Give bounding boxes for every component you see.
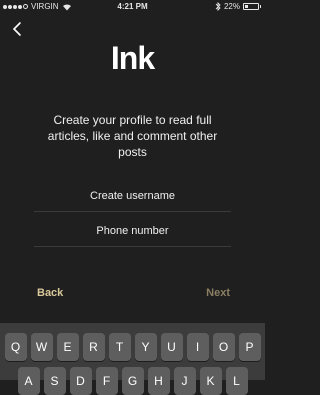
key-h[interactable]: H	[147, 367, 170, 395]
keyboard-row-2: ASDFGHJKL	[0, 367, 265, 395]
key-o[interactable]: O	[212, 333, 235, 361]
status-right: 22%	[215, 2, 261, 11]
key-y[interactable]: Y	[134, 333, 157, 361]
status-bar: VIRGIN 4:21 PM 22%	[0, 0, 265, 14]
key-k[interactable]: K	[199, 367, 222, 395]
back-button[interactable]: Back	[37, 287, 63, 299]
key-e[interactable]: E	[56, 333, 79, 361]
key-t[interactable]: T	[108, 333, 131, 361]
key-d[interactable]: D	[69, 367, 92, 395]
next-button[interactable]: Next	[206, 287, 230, 299]
battery-percent: 22%	[223, 2, 240, 11]
key-w[interactable]: W	[30, 333, 53, 361]
key-u[interactable]: U	[160, 333, 183, 361]
key-r[interactable]: R	[82, 333, 105, 361]
key-l[interactable]: L	[225, 367, 248, 395]
battery-icon	[243, 3, 259, 10]
key-f[interactable]: F	[95, 367, 118, 395]
username-field[interactable]: Create username	[34, 183, 231, 212]
app-logo: Ink	[110, 40, 155, 76]
bluetooth-icon	[215, 2, 221, 11]
keyboard-row-1: QWERTYUIOP	[0, 333, 265, 361]
intro-text: Create your profile to read full article…	[47, 113, 218, 159]
key-i[interactable]: I	[186, 333, 209, 361]
phone-number-field[interactable]: Phone number	[34, 218, 231, 247]
key-s[interactable]: S	[43, 367, 66, 395]
key-g[interactable]: G	[121, 367, 144, 395]
key-j[interactable]: J	[173, 367, 196, 395]
key-a[interactable]: A	[17, 367, 40, 395]
keyboard: QWERTYUIOP ASDFGHJKL	[0, 323, 265, 395]
chevron-left-icon[interactable]	[10, 20, 26, 38]
key-p[interactable]: P	[238, 333, 261, 361]
key-q[interactable]: Q	[4, 333, 27, 361]
battery-level	[245, 5, 248, 8]
